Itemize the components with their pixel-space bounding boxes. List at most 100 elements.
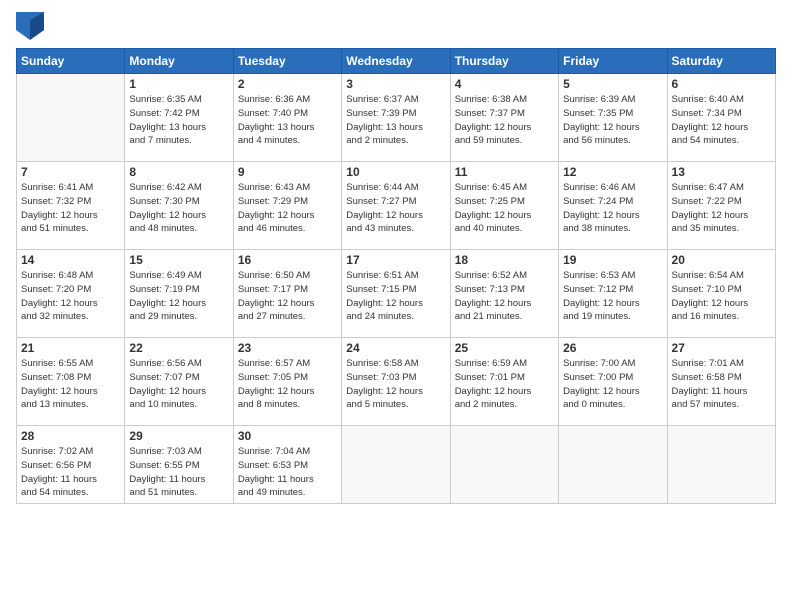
day-number: 5 bbox=[563, 77, 662, 91]
day-cell: 24Sunrise: 6:58 AM Sunset: 7:03 PM Dayli… bbox=[342, 338, 450, 426]
day-info: Sunrise: 7:02 AM Sunset: 6:56 PM Dayligh… bbox=[21, 445, 120, 500]
day-number: 22 bbox=[129, 341, 228, 355]
day-info: Sunrise: 6:47 AM Sunset: 7:22 PM Dayligh… bbox=[672, 181, 771, 236]
day-number: 20 bbox=[672, 253, 771, 267]
day-cell bbox=[17, 74, 125, 162]
day-cell: 11Sunrise: 6:45 AM Sunset: 7:25 PM Dayli… bbox=[450, 162, 558, 250]
day-cell: 2 Sunrise: 6:36 AM Sunset: 7:40 PM Daylig… bbox=[233, 74, 341, 162]
day-cell: 7 Sunrise: 6:41 AM Sunset: 7:32 PM Daylig… bbox=[17, 162, 125, 250]
day-number: 16 bbox=[238, 253, 337, 267]
day-info: Sunrise: 7:04 AM Sunset: 6:53 PM Dayligh… bbox=[238, 445, 337, 500]
day-number: 1 bbox=[129, 77, 228, 91]
day-cell bbox=[667, 426, 775, 504]
day-cell: 17 Sunrise: 6:51 AM Sunset: 7:15 PM Dayli… bbox=[342, 250, 450, 338]
week-row-0: 1 Sunrise: 6:35 AM Sunset: 7:42 PM Daylig… bbox=[17, 74, 776, 162]
day-cell bbox=[559, 426, 667, 504]
day-cell: 12Sunrise: 6:46 AM Sunset: 7:24 PM Dayli… bbox=[559, 162, 667, 250]
day-info: Sunrise: 6:41 AM Sunset: 7:32 PM Dayligh… bbox=[21, 181, 120, 236]
day-header-friday: Friday bbox=[559, 49, 667, 74]
day-cell: 3 Sunrise: 6:37 AM Sunset: 7:39 PM Daylig… bbox=[342, 74, 450, 162]
day-number: 25 bbox=[455, 341, 554, 355]
day-cell: 22 Sunrise: 6:56 AM Sunset: 7:07 PM Dayli… bbox=[125, 338, 233, 426]
day-cell: 25 Sunrise: 6:59 AM Sunset: 7:01 PM Dayli… bbox=[450, 338, 558, 426]
day-cell: 28 Sunrise: 7:02 AM Sunset: 6:56 PM Dayli… bbox=[17, 426, 125, 504]
day-info: Sunrise: 7:01 AM Sunset: 6:58 PM Dayligh… bbox=[672, 357, 771, 412]
day-cell bbox=[450, 426, 558, 504]
day-number: 4 bbox=[455, 77, 554, 91]
day-header-tuesday: Tuesday bbox=[233, 49, 341, 74]
day-number: 14 bbox=[21, 253, 120, 267]
day-info: Sunrise: 6:55 AM Sunset: 7:08 PM Dayligh… bbox=[21, 357, 120, 412]
day-info: Sunrise: 6:53 AM Sunset: 7:12 PM Dayligh… bbox=[563, 269, 662, 324]
page: SundayMondayTuesdayWednesdayThursdayFrid… bbox=[0, 0, 792, 612]
day-info: Sunrise: 6:42 AM Sunset: 7:30 PM Dayligh… bbox=[129, 181, 228, 236]
day-number: 24 bbox=[346, 341, 445, 355]
day-number: 13 bbox=[672, 165, 771, 179]
day-header-monday: Monday bbox=[125, 49, 233, 74]
day-cell: 1 Sunrise: 6:35 AM Sunset: 7:42 PM Daylig… bbox=[125, 74, 233, 162]
week-row-1: 7 Sunrise: 6:41 AM Sunset: 7:32 PM Daylig… bbox=[17, 162, 776, 250]
day-cell: 10 Sunrise: 6:44 AM Sunset: 7:27 PM Dayli… bbox=[342, 162, 450, 250]
day-number: 28 bbox=[21, 429, 120, 443]
day-number: 26 bbox=[563, 341, 662, 355]
day-info: Sunrise: 6:54 AM Sunset: 7:10 PM Dayligh… bbox=[672, 269, 771, 324]
week-row-2: 14Sunrise: 6:48 AM Sunset: 7:20 PM Dayli… bbox=[17, 250, 776, 338]
day-cell: 20 Sunrise: 6:54 AM Sunset: 7:10 PM Dayli… bbox=[667, 250, 775, 338]
day-info: Sunrise: 6:56 AM Sunset: 7:07 PM Dayligh… bbox=[129, 357, 228, 412]
logo-icon bbox=[16, 12, 44, 40]
day-cell: 19 Sunrise: 6:53 AM Sunset: 7:12 PM Dayli… bbox=[559, 250, 667, 338]
day-number: 2 bbox=[238, 77, 337, 91]
day-info: Sunrise: 7:03 AM Sunset: 6:55 PM Dayligh… bbox=[129, 445, 228, 500]
day-number: 7 bbox=[21, 165, 120, 179]
day-info: Sunrise: 6:57 AM Sunset: 7:05 PM Dayligh… bbox=[238, 357, 337, 412]
day-cell: 26 Sunrise: 7:00 AM Sunset: 7:00 PM Dayli… bbox=[559, 338, 667, 426]
day-info: Sunrise: 6:49 AM Sunset: 7:19 PM Dayligh… bbox=[129, 269, 228, 324]
day-cell: 15 Sunrise: 6:49 AM Sunset: 7:19 PM Dayli… bbox=[125, 250, 233, 338]
day-info: Sunrise: 6:37 AM Sunset: 7:39 PM Dayligh… bbox=[346, 93, 445, 148]
week-row-3: 21 Sunrise: 6:55 AM Sunset: 7:08 PM Dayli… bbox=[17, 338, 776, 426]
day-info: Sunrise: 6:43 AM Sunset: 7:29 PM Dayligh… bbox=[238, 181, 337, 236]
day-number: 15 bbox=[129, 253, 228, 267]
header bbox=[16, 12, 776, 40]
day-cell: 30Sunrise: 7:04 AM Sunset: 6:53 PM Dayli… bbox=[233, 426, 341, 504]
day-cell: 21 Sunrise: 6:55 AM Sunset: 7:08 PM Dayli… bbox=[17, 338, 125, 426]
day-info: Sunrise: 6:36 AM Sunset: 7:40 PM Dayligh… bbox=[238, 93, 337, 148]
day-cell: 5Sunrise: 6:39 AM Sunset: 7:35 PM Daylig… bbox=[559, 74, 667, 162]
day-cell: 8Sunrise: 6:42 AM Sunset: 7:30 PM Daylig… bbox=[125, 162, 233, 250]
day-cell: 27 Sunrise: 7:01 AM Sunset: 6:58 PM Dayli… bbox=[667, 338, 775, 426]
day-info: Sunrise: 7:00 AM Sunset: 7:00 PM Dayligh… bbox=[563, 357, 662, 412]
calendar-header-row: SundayMondayTuesdayWednesdayThursdayFrid… bbox=[17, 49, 776, 74]
day-number: 27 bbox=[672, 341, 771, 355]
day-info: Sunrise: 6:51 AM Sunset: 7:15 PM Dayligh… bbox=[346, 269, 445, 324]
day-number: 18 bbox=[455, 253, 554, 267]
day-cell: 13 Sunrise: 6:47 AM Sunset: 7:22 PM Dayli… bbox=[667, 162, 775, 250]
day-number: 19 bbox=[563, 253, 662, 267]
day-number: 9 bbox=[238, 165, 337, 179]
day-info: Sunrise: 6:35 AM Sunset: 7:42 PM Dayligh… bbox=[129, 93, 228, 148]
day-cell: 9 Sunrise: 6:43 AM Sunset: 7:29 PM Daylig… bbox=[233, 162, 341, 250]
day-number: 21 bbox=[21, 341, 120, 355]
calendar-table: SundayMondayTuesdayWednesdayThursdayFrid… bbox=[16, 48, 776, 504]
day-number: 10 bbox=[346, 165, 445, 179]
day-cell: 6 Sunrise: 6:40 AM Sunset: 7:34 PM Daylig… bbox=[667, 74, 775, 162]
day-cell: 29Sunrise: 7:03 AM Sunset: 6:55 PM Dayli… bbox=[125, 426, 233, 504]
day-cell: 23Sunrise: 6:57 AM Sunset: 7:05 PM Dayli… bbox=[233, 338, 341, 426]
day-cell: 4 Sunrise: 6:38 AM Sunset: 7:37 PM Daylig… bbox=[450, 74, 558, 162]
day-cell bbox=[342, 426, 450, 504]
day-number: 12 bbox=[563, 165, 662, 179]
day-info: Sunrise: 6:44 AM Sunset: 7:27 PM Dayligh… bbox=[346, 181, 445, 236]
day-cell: 14Sunrise: 6:48 AM Sunset: 7:20 PM Dayli… bbox=[17, 250, 125, 338]
day-number: 6 bbox=[672, 77, 771, 91]
day-cell: 16Sunrise: 6:50 AM Sunset: 7:17 PM Dayli… bbox=[233, 250, 341, 338]
day-header-saturday: Saturday bbox=[667, 49, 775, 74]
day-cell: 18 Sunrise: 6:52 AM Sunset: 7:13 PM Dayli… bbox=[450, 250, 558, 338]
day-info: Sunrise: 6:38 AM Sunset: 7:37 PM Dayligh… bbox=[455, 93, 554, 148]
day-header-sunday: Sunday bbox=[17, 49, 125, 74]
day-number: 17 bbox=[346, 253, 445, 267]
day-info: Sunrise: 6:52 AM Sunset: 7:13 PM Dayligh… bbox=[455, 269, 554, 324]
day-info: Sunrise: 6:59 AM Sunset: 7:01 PM Dayligh… bbox=[455, 357, 554, 412]
day-number: 11 bbox=[455, 165, 554, 179]
day-header-wednesday: Wednesday bbox=[342, 49, 450, 74]
day-info: Sunrise: 6:40 AM Sunset: 7:34 PM Dayligh… bbox=[672, 93, 771, 148]
day-number: 3 bbox=[346, 77, 445, 91]
